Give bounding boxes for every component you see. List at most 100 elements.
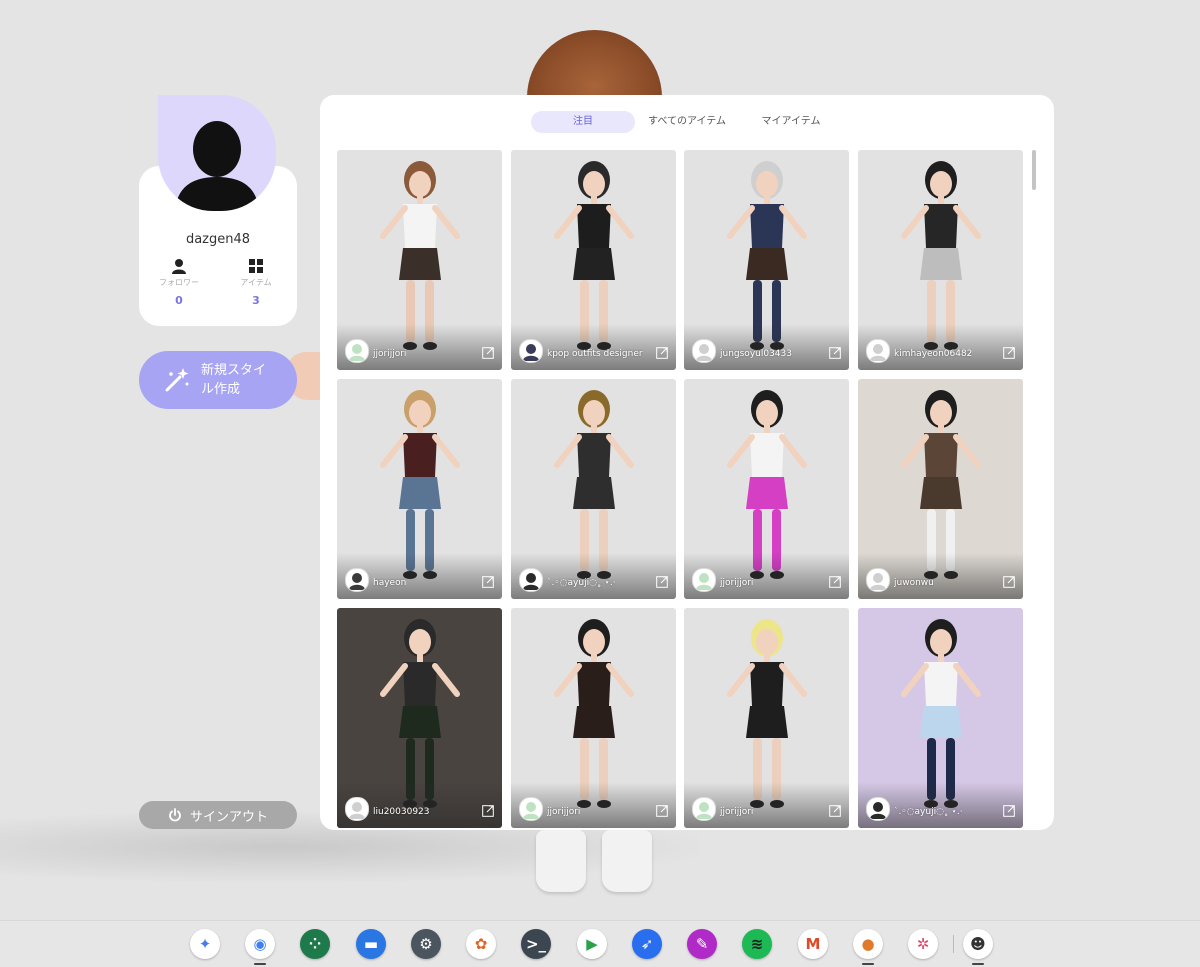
creator-avatar[interactable] [692, 797, 716, 821]
open-external-icon[interactable] [656, 805, 668, 817]
follower-count: 0 [175, 294, 183, 307]
open-external-icon[interactable] [482, 805, 494, 817]
creator-avatar-icon [696, 802, 712, 819]
avatar-app-icon[interactable]: ● [853, 929, 883, 965]
creator-avatar[interactable] [866, 797, 890, 821]
tab-bar: 注目 すべてのアイテム マイアイテム [531, 111, 843, 133]
photos-icon-glyph: ✿ [474, 935, 488, 953]
creator-name[interactable]: `.◦◌ayuji◌˳ ⋆.‧ [547, 578, 616, 588]
items-stat[interactable]: アイテム 3 [226, 258, 286, 307]
tab-all-items[interactable]: すべてのアイテム [635, 111, 739, 133]
settings-icon[interactable]: ⚙ [411, 929, 441, 959]
signout-label: サインアウト [189, 809, 268, 825]
photos-icon[interactable]: ✿ [466, 929, 496, 959]
new-style-label: 新規スタイル作成 [201, 363, 267, 397]
creator-name[interactable]: jjorijjori [373, 349, 406, 359]
pinwheel-icon[interactable]: ✲ [908, 929, 938, 959]
style-card[interactable]: liu20030923 [337, 608, 502, 828]
creator-avatar[interactable] [692, 568, 716, 592]
new-style-button[interactable]: 新規スタイル作成 [139, 351, 297, 409]
apps-icon[interactable]: ⁘ [300, 929, 330, 959]
style-card[interactable]: jjorijjori [337, 150, 502, 370]
grid-icon [226, 258, 286, 276]
rocket-icon[interactable]: ➶ [632, 929, 662, 959]
creator-avatar[interactable] [692, 339, 716, 363]
pinwheel-icon-glyph: ✲ [916, 935, 930, 953]
style-card[interactable]: juwonwu [858, 379, 1023, 599]
canvas-icon-glyph: ✎ [695, 935, 709, 953]
follower-label: フォロワー [159, 278, 199, 287]
linux-icon[interactable]: ☻ [963, 929, 993, 965]
m-app-icon[interactable]: M [798, 929, 828, 959]
creator-avatar-icon [349, 802, 365, 819]
creator-name[interactable]: jjorijjori [720, 807, 753, 817]
open-external-icon[interactable] [829, 576, 841, 588]
style-card[interactable]: kimhayeon06482 [858, 150, 1023, 370]
terminal-icon[interactable]: >_ [521, 929, 551, 959]
open-external-icon[interactable] [829, 805, 841, 817]
running-indicator [972, 963, 984, 965]
creator-avatar[interactable] [866, 568, 890, 592]
open-external-icon[interactable] [829, 347, 841, 359]
avatar-app-icon-glyph: ● [861, 935, 875, 953]
creator-avatar-icon [870, 802, 886, 819]
creator-avatar[interactable] [866, 339, 890, 363]
tab-featured[interactable]: 注目 [531, 111, 635, 133]
tab-my-items[interactable]: マイアイテム [739, 111, 843, 133]
creator-name[interactable]: liu20030923 [373, 807, 430, 817]
person-icon [149, 258, 209, 276]
creator-name[interactable]: juwonwu [894, 578, 934, 588]
open-external-icon[interactable] [482, 576, 494, 588]
style-card[interactable]: jungsoyul03433 [684, 150, 849, 370]
creator-avatar[interactable] [345, 339, 369, 363]
open-external-icon[interactable] [1003, 576, 1015, 588]
style-card[interactable]: jjorijjori [684, 608, 849, 828]
style-card[interactable]: kpop outfits designer [511, 150, 676, 370]
running-indicator [862, 963, 874, 965]
signout-button[interactable]: サインアウト [139, 801, 297, 829]
open-external-icon[interactable] [482, 347, 494, 359]
follower-stat[interactable]: フォロワー 0 [149, 258, 209, 307]
style-card[interactable]: `.◦◌ayuji◌˳ ⋆.‧ [858, 608, 1023, 828]
style-card[interactable]: hayeon [337, 379, 502, 599]
style-card[interactable]: jjorijjori [511, 608, 676, 828]
creator-avatar-icon [349, 344, 365, 361]
creator-avatar[interactable] [519, 339, 543, 363]
creator-name[interactable]: jjorijjori [720, 578, 753, 588]
linux-icon-glyph: ☻ [970, 935, 986, 953]
open-external-icon[interactable] [1003, 805, 1015, 817]
creator-name[interactable]: hayeon [373, 578, 406, 588]
items-count: 3 [252, 294, 260, 307]
profile-avatar[interactable] [158, 95, 276, 211]
creator-name[interactable]: kimhayeon06482 [894, 349, 972, 359]
spotify-icon[interactable]: ≋ [742, 929, 772, 959]
creator-avatar[interactable] [345, 797, 369, 821]
open-external-icon[interactable] [656, 576, 668, 588]
user-silhouette-icon [175, 121, 259, 211]
creator-name[interactable]: jjorijjori [547, 807, 580, 817]
spotify-icon-glyph: ≋ [750, 935, 764, 953]
canvas-icon[interactable]: ✎ [687, 929, 717, 959]
username: dazgen48 [185, 232, 251, 247]
creator-avatar[interactable] [519, 568, 543, 592]
gemini-icon[interactable]: ✦ [190, 929, 220, 959]
settings-icon-glyph: ⚙ [419, 935, 433, 953]
style-card[interactable]: jjorijjori [684, 379, 849, 599]
play-store-icon[interactable]: ▶ [577, 929, 607, 959]
creator-name[interactable]: jungsoyul03433 [720, 349, 792, 359]
files-icon-glyph: ▬ [363, 935, 379, 953]
files-icon[interactable]: ▬ [356, 929, 386, 959]
creator-avatar-icon [870, 344, 886, 361]
terminal-icon-glyph: >_ [525, 935, 547, 953]
open-external-icon[interactable] [1003, 347, 1015, 359]
open-external-icon[interactable] [656, 347, 668, 359]
chrome-icon[interactable]: ◉ [245, 929, 275, 965]
background-shoe-left [536, 830, 586, 892]
creator-name[interactable]: kpop outfits designer [547, 349, 643, 359]
creator-avatar[interactable] [345, 568, 369, 592]
creator-avatar[interactable] [519, 797, 543, 821]
style-card[interactable]: `.◦◌ayuji◌˳ ⋆.‧ [511, 379, 676, 599]
scrollbar[interactable] [1032, 150, 1036, 190]
creator-name[interactable]: `.◦◌ayuji◌˳ ⋆.‧ [894, 807, 963, 817]
shelf-divider [953, 935, 954, 953]
